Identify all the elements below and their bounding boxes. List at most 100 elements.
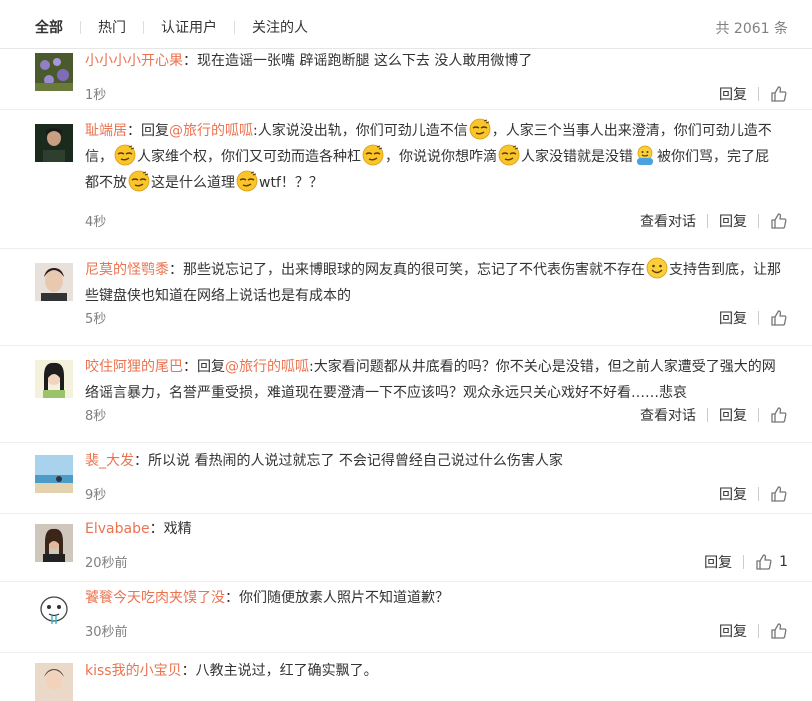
reply-button[interactable]: 回复 bbox=[719, 211, 747, 231]
view-conversation-button[interactable]: 查看对话 bbox=[640, 405, 696, 425]
avatar[interactable] bbox=[35, 360, 73, 398]
tab-hot[interactable]: 热门 bbox=[98, 17, 126, 37]
comment-item: 裴_大发：所以说 看热闹的人说过就忘了 不会记得曾经自己说过什么伤害人家 9秒 … bbox=[0, 443, 812, 514]
action-divider bbox=[707, 408, 708, 422]
action-divider bbox=[758, 214, 759, 228]
smug-emoji-icon bbox=[362, 144, 384, 166]
colon: ： bbox=[181, 663, 196, 679]
tab-all[interactable]: 全部 bbox=[35, 17, 63, 37]
like-count: 1 bbox=[779, 554, 788, 570]
comment-body: 小小小小开心果：现在造谣一张嘴 辟谣跑断腿 这么下去 没人敢用微博了 bbox=[85, 48, 782, 74]
like-button[interactable]: 1 bbox=[755, 553, 788, 571]
colon: ： bbox=[127, 123, 141, 139]
like-button[interactable] bbox=[770, 309, 788, 327]
action-divider bbox=[758, 624, 759, 638]
comment-text: 你们随便放素人照片不知道道歉？ bbox=[239, 590, 449, 606]
reply-button[interactable]: 回复 bbox=[704, 552, 732, 572]
thumbs-up-icon bbox=[770, 485, 788, 503]
avatar[interactable] bbox=[35, 263, 73, 301]
username-link[interactable]: 饕餮今天吃肉夹馍了没 bbox=[85, 590, 225, 606]
avatar[interactable] bbox=[35, 124, 73, 162]
comment-list: 小小小小开心果：现在造谣一张嘴 辟谣跑断腿 这么下去 没人敢用微博了 1秒 回复… bbox=[0, 48, 812, 701]
thumbs-up-icon bbox=[755, 553, 773, 571]
thumbs-up-icon bbox=[770, 406, 788, 424]
reply-button[interactable]: 回复 bbox=[719, 308, 747, 328]
thumbs-up-icon bbox=[770, 85, 788, 103]
smug-emoji-icon bbox=[128, 170, 150, 192]
comment-item: 饕餮今天吃肉夹馍了没：你们随便放素人照片不知道道歉？ 30秒前 回复 bbox=[0, 582, 812, 653]
avatar[interactable] bbox=[35, 455, 73, 493]
avatar[interactable] bbox=[35, 524, 73, 562]
reply-prefix: 回复 bbox=[141, 123, 169, 139]
reply-button[interactable]: 回复 bbox=[719, 621, 747, 641]
smile-emoji-icon bbox=[646, 257, 668, 279]
comment-text: 这是什么道理 bbox=[151, 175, 235, 191]
tab-divider bbox=[143, 20, 144, 34]
action-divider bbox=[758, 311, 759, 325]
smug-emoji-icon bbox=[498, 144, 520, 166]
action-divider bbox=[758, 487, 759, 501]
thumbs-up-icon bbox=[770, 212, 788, 230]
tab-following[interactable]: 关注的人 bbox=[252, 17, 308, 37]
avatar[interactable] bbox=[35, 663, 73, 701]
colon: ： bbox=[134, 453, 148, 469]
smug-emoji-icon bbox=[114, 144, 136, 166]
tab-divider bbox=[234, 20, 235, 34]
username-link[interactable]: Elvababe bbox=[85, 521, 150, 537]
username-link[interactable]: kiss我的小宝贝 bbox=[85, 663, 182, 679]
username-link[interactable]: 耻端居 bbox=[85, 123, 127, 139]
comment-text: 八教主说过，红了确实飘了。 bbox=[195, 663, 378, 679]
username-link[interactable]: 裴_大发 bbox=[85, 453, 134, 469]
like-button[interactable] bbox=[770, 85, 788, 103]
comment-text: 戏精 bbox=[163, 521, 192, 537]
comment-body: 尼莫的怪鹗黍：那些说忘记了，出来博眼球的网友真的很可笑，忘记了不代表伤害就不存在… bbox=[85, 257, 782, 309]
thumbs-up-icon bbox=[770, 309, 788, 327]
action-divider bbox=[743, 555, 745, 569]
mention-link[interactable]: @旅行的呱呱 bbox=[169, 123, 253, 139]
comment-text: 那些说忘记了，出来博眼球的网友真的很可笑，忘记了不代表伤害就不存在 bbox=[183, 262, 645, 278]
username-link[interactable]: 尼莫的怪鹗黍 bbox=[85, 262, 169, 278]
comment-time: 9秒 bbox=[85, 488, 107, 503]
comment-text: 所以说 看热闹的人说过就忘了 不会记得曾经自己说过什么伤害人家 bbox=[148, 453, 563, 469]
like-button[interactable] bbox=[770, 212, 788, 230]
view-conversation-button[interactable]: 查看对话 bbox=[640, 211, 696, 231]
comment-time: 5秒 bbox=[85, 312, 107, 327]
comment-item: kiss我的小宝贝：八教主说过，红了确实飘了。 bbox=[0, 653, 812, 701]
action-divider bbox=[707, 214, 708, 228]
comment-time: 1秒 bbox=[85, 88, 107, 103]
action-divider bbox=[758, 87, 759, 101]
reply-button[interactable]: 回复 bbox=[719, 484, 747, 504]
comment-actions: 查看对话 回复 bbox=[640, 211, 788, 231]
comment-text: 现在造谣一张嘴 辟谣跑断腿 这么下去 没人敢用微博了 bbox=[197, 53, 533, 69]
tab-divider bbox=[80, 20, 81, 34]
avatar[interactable] bbox=[35, 53, 73, 91]
avatar[interactable] bbox=[35, 592, 73, 630]
colon: ： bbox=[183, 53, 197, 69]
username-link[interactable]: 咬住阿狸的尾巴 bbox=[85, 359, 183, 375]
comment-text: 人家没错就是没错 bbox=[521, 149, 633, 165]
comment-actions: 回复 1 bbox=[704, 552, 788, 572]
username-link[interactable]: 小小小小开心果 bbox=[85, 53, 183, 69]
comment-text: 人家维个权，你们又可劲而造各种杠 bbox=[137, 149, 361, 165]
comment-body: 咬住阿狸的尾巴：回复@旅行的呱呱:大家看问题都从井底看的吗？你不关心是没错，但之… bbox=[85, 354, 782, 406]
reply-button[interactable]: 回复 bbox=[719, 405, 747, 425]
comment-item: 尼莫的怪鹗黍：那些说忘记了，出来博眼球的网友真的很可笑，忘记了不代表伤害就不存在… bbox=[0, 249, 812, 346]
thumbs-up-icon bbox=[770, 622, 788, 640]
comment-actions: 回复 bbox=[719, 84, 788, 104]
action-divider bbox=[758, 408, 759, 422]
comment-time: 8秒 bbox=[85, 409, 107, 424]
like-button[interactable] bbox=[770, 406, 788, 424]
comment-body: kiss我的小宝贝：八教主说过，红了确实飘了。 bbox=[85, 658, 782, 684]
mention-link[interactable]: @旅行的呱呱 bbox=[225, 359, 309, 375]
like-button[interactable] bbox=[770, 622, 788, 640]
comment-time: 4秒 bbox=[85, 215, 107, 230]
reply-button[interactable]: 回复 bbox=[719, 84, 747, 104]
tab-verified-users[interactable]: 认证用户 bbox=[161, 17, 217, 37]
hug-emoji-icon bbox=[634, 144, 656, 166]
comment-filter-bar: 全部 热门 认证用户 关注的人 共 2061 条 bbox=[0, 0, 812, 49]
comment-item: 咬住阿狸的尾巴：回复@旅行的呱呱:大家看问题都从井底看的吗？你不关心是没错，但之… bbox=[0, 346, 812, 443]
filter-tabs: 全部 热门 认证用户 关注的人 bbox=[35, 17, 308, 37]
like-button[interactable] bbox=[770, 485, 788, 503]
comment-body: 耻端居：回复@旅行的呱呱:人家说没出轨，你们可劲儿造不信 ，人家三个当事人出来澄清… bbox=[85, 118, 782, 196]
comment-item: 小小小小开心果：现在造谣一张嘴 辟谣跑断腿 这么下去 没人敢用微博了 1秒 回复 bbox=[0, 48, 812, 110]
